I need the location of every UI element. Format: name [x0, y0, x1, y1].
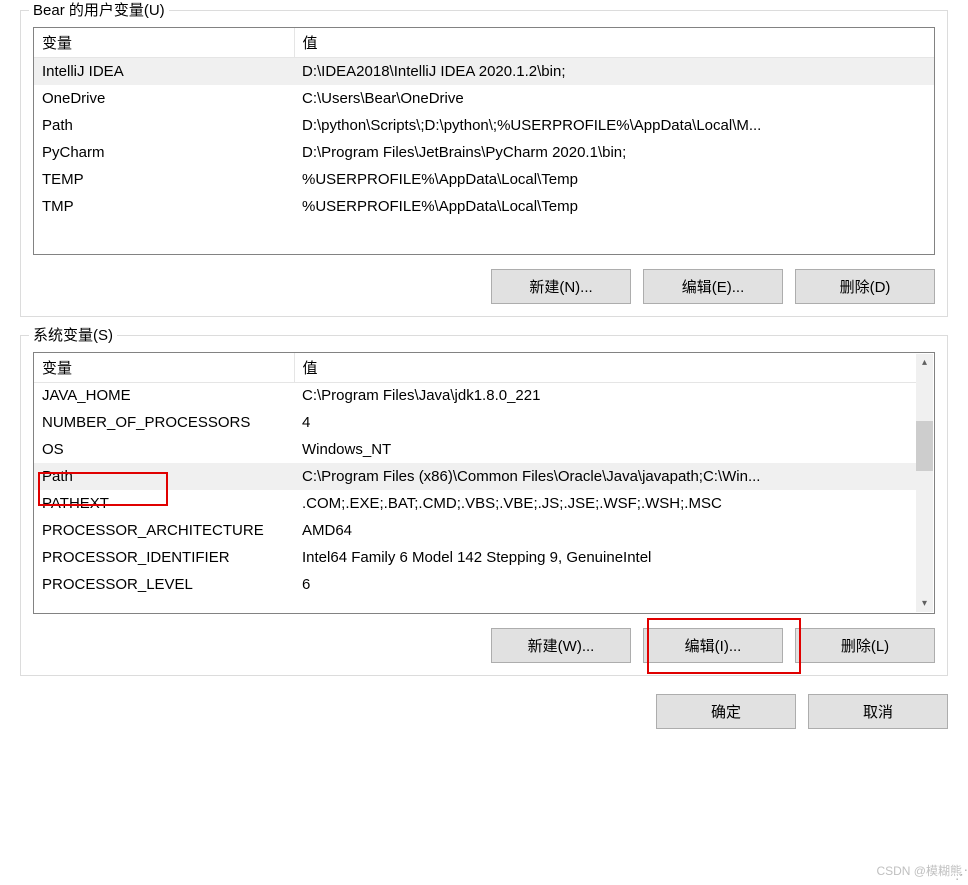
- cell-variable: PATHEXT: [34, 490, 294, 517]
- table-row[interactable]: TEMP%USERPROFILE%\AppData\Local\Temp: [34, 166, 934, 193]
- table-row[interactable]: PathD:\python\Scripts\;D:\python\;%USERP…: [34, 112, 934, 139]
- system-delete-button[interactable]: 删除(L): [795, 628, 935, 663]
- table-row[interactable]: IntelliJ IDEAD:\IDEA2018\IntelliJ IDEA 2…: [34, 58, 934, 85]
- cell-variable: PROCESSOR_IDENTIFIER: [34, 544, 294, 571]
- user-vars-table-wrap: 变量 值 IntelliJ IDEAD:\IDEA2018\IntelliJ I…: [33, 27, 935, 255]
- cell-variable: JAVA_HOME: [34, 382, 294, 409]
- cell-value: %USERPROFILE%\AppData\Local\Temp: [294, 166, 934, 193]
- cell-variable: TMP: [34, 193, 294, 220]
- scroll-thumb[interactable]: [916, 421, 933, 471]
- cell-value: Windows_NT: [294, 436, 916, 463]
- table-row[interactable]: PROCESSOR_LEVEL6: [34, 571, 916, 598]
- user-delete-button[interactable]: 删除(D): [795, 269, 935, 304]
- user-vars-table[interactable]: 变量 值 IntelliJ IDEAD:\IDEA2018\IntelliJ I…: [34, 28, 934, 220]
- cell-value: 6: [294, 571, 916, 598]
- cell-value: D:\IDEA2018\IntelliJ IDEA 2020.1.2\bin;: [294, 58, 934, 85]
- cell-value: %USERPROFILE%\AppData\Local\Temp: [294, 193, 934, 220]
- table-row[interactable]: OSWindows_NT: [34, 436, 916, 463]
- watermark-text: CSDN @模糊熊: [876, 862, 962, 879]
- resize-grip-icon[interactable]: ⋰: [954, 871, 968, 885]
- cell-variable: Path: [34, 463, 294, 490]
- system-header-value[interactable]: 值: [294, 353, 916, 383]
- scroll-up-icon[interactable]: ▴: [916, 354, 933, 371]
- system-header-variable[interactable]: 变量: [34, 353, 294, 383]
- cell-value: C:\Program Files (x86)\Common Files\Orac…: [294, 463, 916, 490]
- table-row[interactable]: PyCharmD:\Program Files\JetBrains\PyChar…: [34, 139, 934, 166]
- system-vars-table-wrap: 变量 值 JAVA_HOMEC:\Program Files\Java\jdk1…: [33, 352, 935, 614]
- table-row[interactable]: PROCESSOR_ARCHITECTUREAMD64: [34, 517, 916, 544]
- cell-variable: PROCESSOR_LEVEL: [34, 571, 294, 598]
- cell-value: D:\Program Files\JetBrains\PyCharm 2020.…: [294, 139, 934, 166]
- system-variables-group: 系统变量(S) 变量 值 JAVA_HOMEC:\Program Files\J…: [20, 335, 948, 676]
- cell-variable: OS: [34, 436, 294, 463]
- user-header-variable[interactable]: 变量: [34, 28, 294, 58]
- system-edit-button[interactable]: 编辑(I)...: [643, 628, 783, 663]
- cell-value: D:\python\Scripts\;D:\python\;%USERPROFI…: [294, 112, 934, 139]
- cell-variable: PyCharm: [34, 139, 294, 166]
- user-variables-group: Bear 的用户变量(U) 变量 值 IntelliJ IDEAD:\IDEA2…: [20, 10, 948, 317]
- scroll-down-icon[interactable]: ▾: [916, 595, 933, 612]
- cell-variable: PROCESSOR_ARCHITECTURE: [34, 517, 294, 544]
- scroll-track[interactable]: [916, 371, 933, 595]
- user-header-value[interactable]: 值: [294, 28, 934, 58]
- cell-variable: NUMBER_OF_PROCESSORS: [34, 409, 294, 436]
- user-new-button[interactable]: 新建(N)...: [491, 269, 631, 304]
- table-row[interactable]: JAVA_HOMEC:\Program Files\Java\jdk1.8.0_…: [34, 382, 916, 409]
- user-group-title: Bear 的用户变量(U): [29, 0, 169, 20]
- user-edit-button[interactable]: 编辑(E)...: [643, 269, 783, 304]
- cell-value: AMD64: [294, 517, 916, 544]
- system-new-button[interactable]: 新建(W)...: [491, 628, 631, 663]
- cell-variable: Path: [34, 112, 294, 139]
- cell-variable: TEMP: [34, 166, 294, 193]
- table-row[interactable]: PathC:\Program Files (x86)\Common Files\…: [34, 463, 916, 490]
- cell-variable: IntelliJ IDEA: [34, 58, 294, 85]
- system-group-title: 系统变量(S): [29, 324, 117, 345]
- system-scrollbar[interactable]: ▴ ▾: [916, 354, 933, 612]
- cell-value: Intel64 Family 6 Model 142 Stepping 9, G…: [294, 544, 916, 571]
- table-row[interactable]: OneDriveC:\Users\Bear\OneDrive: [34, 85, 934, 112]
- cell-value: C:\Users\Bear\OneDrive: [294, 85, 934, 112]
- cancel-button[interactable]: 取消: [808, 694, 948, 729]
- cell-variable: OneDrive: [34, 85, 294, 112]
- table-row[interactable]: PROCESSOR_IDENTIFIERIntel64 Family 6 Mod…: [34, 544, 916, 571]
- table-row[interactable]: TMP%USERPROFILE%\AppData\Local\Temp: [34, 193, 934, 220]
- system-vars-table[interactable]: 变量 值 JAVA_HOMEC:\Program Files\Java\jdk1…: [34, 353, 916, 599]
- cell-value: 4: [294, 409, 916, 436]
- cell-value: .COM;.EXE;.BAT;.CMD;.VBS;.VBE;.JS;.JSE;.…: [294, 490, 916, 517]
- ok-button[interactable]: 确定: [656, 694, 796, 729]
- cell-value: C:\Program Files\Java\jdk1.8.0_221: [294, 382, 916, 409]
- table-row[interactable]: PATHEXT.COM;.EXE;.BAT;.CMD;.VBS;.VBE;.JS…: [34, 490, 916, 517]
- table-row[interactable]: NUMBER_OF_PROCESSORS4: [34, 409, 916, 436]
